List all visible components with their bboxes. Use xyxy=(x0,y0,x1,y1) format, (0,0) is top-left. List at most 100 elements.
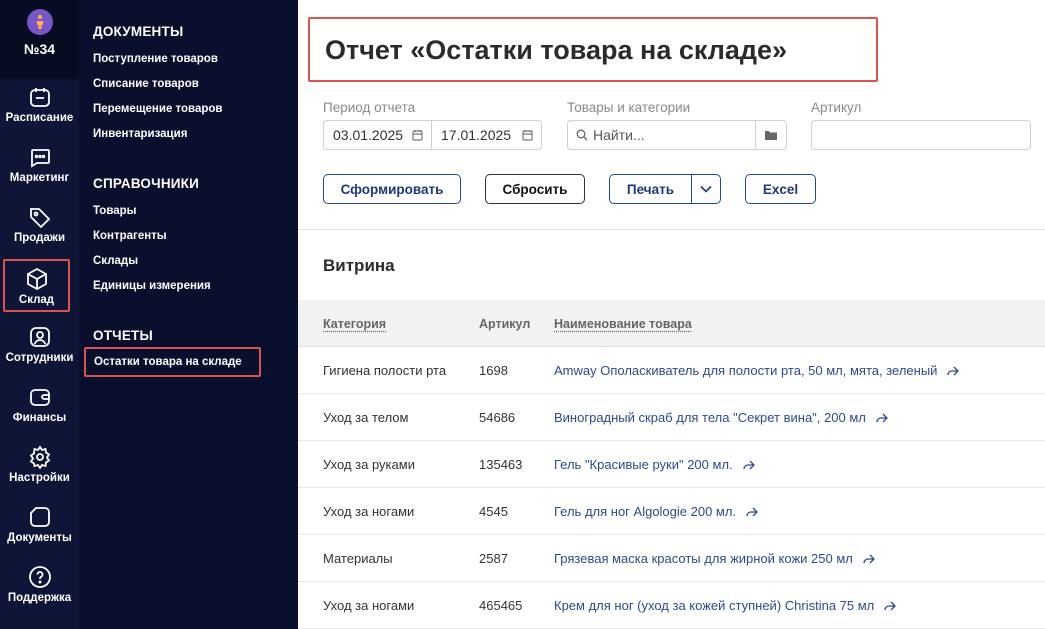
product-link[interactable]: Гель "Красивые руки" 200 мл. xyxy=(554,457,755,472)
rail-item-settings[interactable]: Настройки xyxy=(0,439,79,499)
product-link[interactable]: Amway Ополаскиватель для полости рта, 50… xyxy=(554,363,960,378)
column-header-article: Артикул xyxy=(479,317,531,331)
rail-item-warehouse[interactable]: Склад xyxy=(3,259,70,312)
table-row: Уход за ногами 465465 Крем для ног (уход… xyxy=(298,582,1045,629)
document-icon xyxy=(29,507,50,527)
cell-article: 4545 xyxy=(479,504,508,519)
calendar-icon[interactable] xyxy=(522,129,533,141)
rail-item-support[interactable]: Поддержка xyxy=(0,559,79,619)
warehouse-subnav: ДОКУМЕНТЫ Поступление товаров Списание т… xyxy=(79,0,298,629)
product-link[interactable]: Крем для ног (уход за кожей ступней) Chr… xyxy=(554,598,897,613)
column-header-category[interactable]: Категория xyxy=(323,317,386,331)
rail-item-schedule[interactable]: Расписание xyxy=(0,79,79,139)
article-field[interactable] xyxy=(811,120,1031,150)
rail-item-label: Сотрудники xyxy=(5,352,74,364)
subnav-link-transfers[interactable]: Перемещение товаров xyxy=(93,103,222,115)
page-title-frame: Отчет «Остатки товара на складе» xyxy=(308,17,878,82)
subnav-link-warehouses[interactable]: Склады xyxy=(93,255,138,267)
product-name[interactable]: Гель для ног Algologie 200 мл. xyxy=(554,504,736,519)
page-title: Отчет «Остатки товара на складе» xyxy=(325,35,788,65)
product-link[interactable]: Грязевая маска красоты для жирной кожи 2… xyxy=(554,551,875,566)
share-arrow-icon[interactable] xyxy=(884,601,897,611)
calendar-icon xyxy=(29,88,50,107)
help-icon xyxy=(28,566,51,588)
print-button[interactable]: Печать xyxy=(609,174,692,204)
column-header-name[interactable]: Наименование товара xyxy=(554,317,692,331)
table-row: Уход за руками 135463 Гель "Красивые рук… xyxy=(298,441,1045,488)
showcase-title: Витрина xyxy=(323,256,395,275)
date-from-field[interactable]: 03.01.2025 xyxy=(323,120,431,150)
section-title-references: СПРАВОЧНИКИ xyxy=(93,176,200,191)
share-arrow-icon[interactable] xyxy=(947,366,960,376)
print-options-button[interactable] xyxy=(691,174,721,204)
chevron-down-icon xyxy=(700,185,712,193)
cell-article: 1698 xyxy=(479,363,508,378)
section-title-documents: ДОКУМЕНТЫ xyxy=(93,24,184,39)
rail-item-label: Документы xyxy=(7,532,72,544)
rail-item-label: Финансы xyxy=(12,412,67,424)
goods-search-field[interactable] xyxy=(567,120,756,150)
rail-item-label: Поддержка xyxy=(7,592,72,604)
section-title-reports: ОТЧЕТЫ xyxy=(93,328,153,343)
box-icon xyxy=(26,267,47,291)
cell-category: Уход за телом xyxy=(323,410,409,425)
rail-item-label: Склад xyxy=(18,294,55,306)
main-content: Отчет «Остатки товара на складе» Период … xyxy=(298,0,1045,629)
product-name[interactable]: Гель "Красивые руки" 200 мл. xyxy=(554,457,733,472)
subnav-link-units[interactable]: Единицы измерения xyxy=(93,280,211,292)
product-name[interactable]: Крем для ног (уход за кожей ступней) Chr… xyxy=(554,598,874,613)
rail-item-label: Настройки xyxy=(9,472,70,484)
generate-button[interactable]: Сформировать xyxy=(323,174,461,204)
rail-item-sales[interactable]: Продажи xyxy=(0,199,79,259)
cell-category: Уход за ногами xyxy=(323,504,415,519)
product-name[interactable]: Amway Ополаскиватель для полости рта, 50… xyxy=(554,363,937,378)
rail-header: №34 xyxy=(0,0,79,79)
rail-item-staff[interactable]: Сотрудники xyxy=(0,319,79,379)
share-arrow-icon[interactable] xyxy=(742,460,755,470)
goods-search-input[interactable] xyxy=(593,127,743,143)
subnav-link-counterparties[interactable]: Контрагенты xyxy=(93,230,167,242)
date-to-field[interactable]: 17.01.2025 xyxy=(432,120,542,150)
gear-icon xyxy=(29,445,50,469)
cell-category: Уход за ногами xyxy=(323,598,415,613)
article-label: Артикул xyxy=(811,100,862,115)
subnav-link-stock-report[interactable]: Остатки товара на складе xyxy=(84,347,261,377)
wallet-icon xyxy=(29,389,50,406)
folder-icon xyxy=(765,131,777,140)
calendar-icon[interactable] xyxy=(412,129,423,141)
reset-button[interactable]: Сбросить xyxy=(485,174,585,204)
cell-category: Уход за руками xyxy=(323,457,415,472)
subnav-link-inventory[interactable]: Инвентаризация xyxy=(93,128,187,140)
goods-label: Товары и категории xyxy=(567,100,691,115)
table-row: Уход за телом 54686 Виноградный скраб дл… xyxy=(298,394,1045,441)
rail-item-documents[interactable]: Документы xyxy=(0,499,79,559)
subnav-link-receipts[interactable]: Поступление товаров xyxy=(93,53,218,65)
chat-icon xyxy=(30,149,50,168)
goods-tree-button[interactable] xyxy=(755,120,787,150)
product-name[interactable]: Виноградный скраб для тела "Секрет вина"… xyxy=(554,410,866,425)
rail-item-label: Маркетинг xyxy=(9,172,70,184)
share-arrow-icon[interactable] xyxy=(863,554,875,564)
share-arrow-icon[interactable] xyxy=(746,507,758,517)
table-header: Категория Артикул Наименование товара xyxy=(298,300,1045,347)
product-link[interactable]: Гель для ног Algologie 200 мл. xyxy=(554,504,758,519)
table-row: Материалы 2587 Грязевая маска красоты дл… xyxy=(298,535,1045,582)
excel-button[interactable]: Excel xyxy=(745,174,816,204)
table-row: Гигиена полости рта 1698 Amway Ополаскив… xyxy=(298,347,1045,394)
logo-icon[interactable] xyxy=(26,9,53,35)
subnav-link-write-offs[interactable]: Списание товаров xyxy=(93,78,199,90)
product-link[interactable]: Виноградный скраб для тела "Секрет вина"… xyxy=(554,410,888,425)
brand-label: №34 xyxy=(23,41,56,57)
rail-item-finance[interactable]: Финансы xyxy=(0,379,79,439)
share-arrow-icon[interactable] xyxy=(876,413,888,423)
divider xyxy=(298,229,1045,230)
user-icon xyxy=(29,327,50,347)
product-name[interactable]: Грязевая маска красоты для жирной кожи 2… xyxy=(554,551,853,566)
rail-item-label: Расписание xyxy=(5,112,74,124)
date-from-value: 03.01.2025 xyxy=(333,127,404,143)
rail-item-marketing[interactable]: Маркетинг xyxy=(0,139,79,199)
main-rail: №34 Расписание Маркетинг Продажи Склад С… xyxy=(0,0,79,629)
date-to-value: 17.01.2025 xyxy=(441,127,512,143)
period-label: Период отчета xyxy=(323,100,416,115)
subnav-link-goods[interactable]: Товары xyxy=(93,205,136,217)
